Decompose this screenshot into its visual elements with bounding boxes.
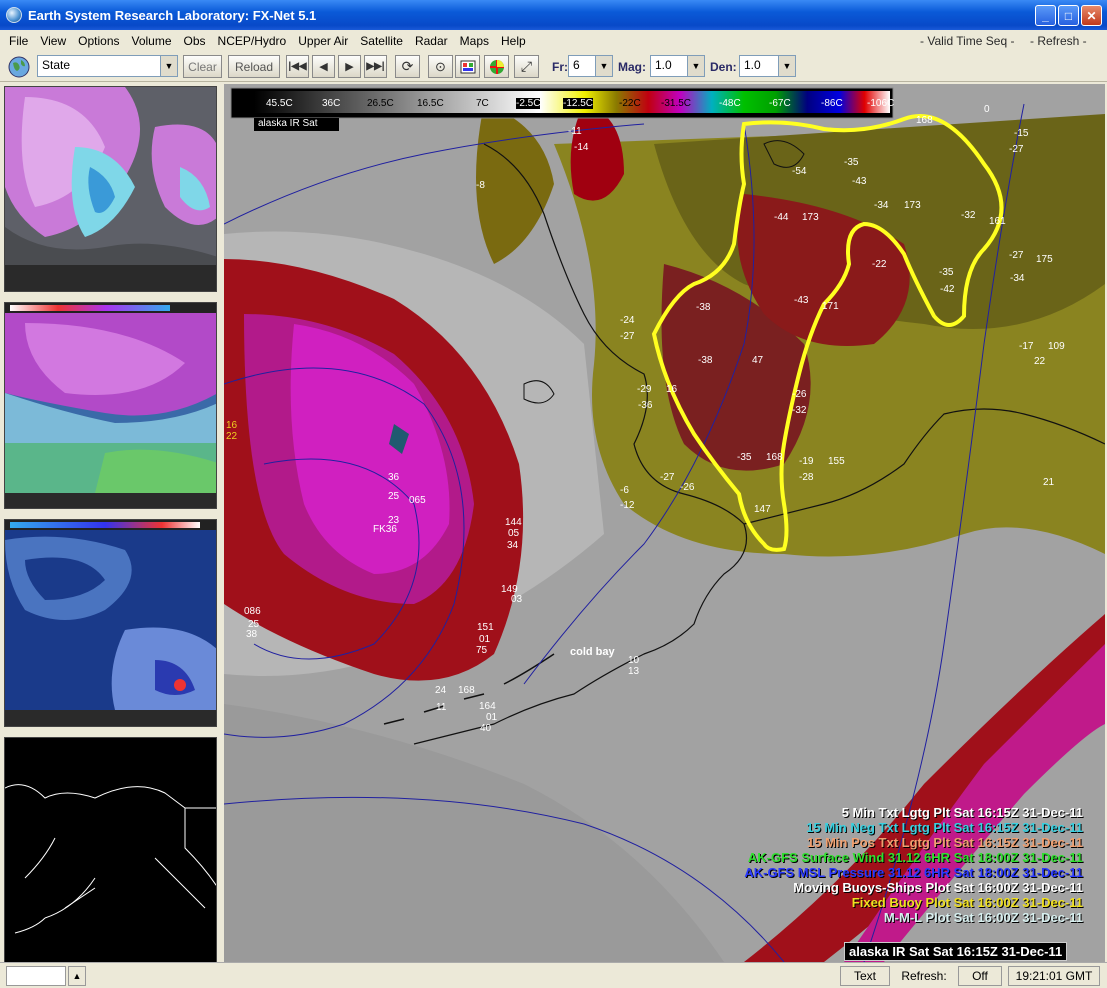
chevron-down-icon: ▼ xyxy=(782,61,792,71)
maximize-icon: □ xyxy=(1064,8,1073,23)
thumbnail-2[interactable] xyxy=(4,302,217,509)
app-globe-icon xyxy=(6,7,22,23)
chevron-up-icon: ▲ xyxy=(72,971,82,981)
first-frame-icon: |◀◀ xyxy=(288,61,307,72)
zoom-arrow-icon: ⤢ xyxy=(520,58,533,74)
minimize-icon: _ xyxy=(1042,8,1049,23)
last-frame-icon: ▶▶| xyxy=(366,61,385,72)
menu-maps[interactable]: Maps xyxy=(454,34,495,48)
maximize-button[interactable]: □ xyxy=(1058,5,1079,26)
frames-dropdown-arrow[interactable]: ▼ xyxy=(595,55,613,77)
clock-display: 19:21:01 GMT xyxy=(1008,966,1100,986)
window-title: Earth System Research Laboratory: FX-Net… xyxy=(28,7,317,23)
last-frame-button[interactable]: ▶▶| xyxy=(364,55,387,78)
menu-volume[interactable]: Volume xyxy=(126,34,178,48)
status-spinner-button[interactable]: ▲ xyxy=(68,966,86,986)
wind-thumbnail-image xyxy=(5,520,216,726)
mag-select[interactable]: 1.0 xyxy=(650,55,688,77)
sample-button[interactable] xyxy=(484,55,509,78)
thumbnail-3[interactable] xyxy=(4,519,217,727)
menu-ncep-hydro[interactable]: NCEP/Hydro xyxy=(212,34,293,48)
precip-thumbnail-image xyxy=(5,87,216,291)
text-button[interactable]: Text xyxy=(840,966,890,986)
zoom-button[interactable]: ⤢ xyxy=(514,55,539,78)
close-icon: ✕ xyxy=(1086,8,1097,23)
chevron-down-icon: ▼ xyxy=(691,61,701,71)
minimize-button[interactable]: _ xyxy=(1035,5,1056,26)
refresh-toggle[interactable]: Off xyxy=(958,966,1002,986)
next-frame-button[interactable]: ▶ xyxy=(338,55,361,78)
scale-select[interactable]: State xyxy=(37,55,161,77)
menu-help[interactable]: Help xyxy=(495,34,532,48)
color-table-icon xyxy=(460,60,475,73)
menu-radar[interactable]: Radar xyxy=(409,34,454,48)
reload-button[interactable]: Reload xyxy=(228,55,280,78)
status-bar: ▲ Text Refresh: Off 19:21:01 GMT xyxy=(0,962,1107,988)
valid-time-seq-menu[interactable]: - Valid Time Seq - xyxy=(920,34,1014,48)
refresh-menu[interactable]: - Refresh - xyxy=(1030,34,1087,48)
prev-frame-button[interactable]: ◀ xyxy=(312,55,335,78)
menu-options[interactable]: Options xyxy=(72,34,125,48)
menu-file[interactable]: File xyxy=(0,34,34,48)
scale-dropdown-arrow[interactable]: ▼ xyxy=(160,55,178,77)
refresh-label: Refresh: xyxy=(893,966,955,986)
globe-button[interactable] xyxy=(5,55,33,78)
crosshair-icon xyxy=(489,59,504,74)
loop-button[interactable]: ⟳ xyxy=(395,55,420,78)
color-table-button[interactable] xyxy=(455,55,480,78)
auto-update-button[interactable]: ⊙ xyxy=(428,55,453,78)
menu-view[interactable]: View xyxy=(34,34,72,48)
mag-dropdown-arrow[interactable]: ▼ xyxy=(687,55,705,77)
thumbnail-4[interactable] xyxy=(4,737,217,963)
menu-bar: File View Options Volume Obs NCEP/Hydro … xyxy=(0,30,1107,52)
temperature-thumbnail-image xyxy=(5,303,216,508)
thumbnail-panel xyxy=(0,83,222,963)
den-dropdown-arrow[interactable]: ▼ xyxy=(778,55,796,77)
chevron-down-icon: ▼ xyxy=(599,61,609,71)
menu-obs[interactable]: Obs xyxy=(178,34,212,48)
title-bar: Earth System Research Laboratory: FX-Net… xyxy=(0,0,1107,30)
status-input[interactable] xyxy=(6,966,66,986)
den-label: Den: xyxy=(710,60,737,74)
menu-upper-air[interactable]: Upper Air xyxy=(292,34,354,48)
first-frame-button[interactable]: |◀◀ xyxy=(286,55,309,78)
clear-button[interactable]: Clear xyxy=(183,55,222,78)
thumbnail-1[interactable] xyxy=(4,86,217,292)
den-select[interactable]: 1.0 xyxy=(739,55,779,77)
loop-icon: ⟳ xyxy=(401,58,414,74)
camera-icon: ⊙ xyxy=(435,58,446,74)
frames-select[interactable]: 6 xyxy=(568,55,596,77)
toolbar: State ▼ Clear Reload |◀◀ ◀ ▶ ▶▶| ⟳ ⊙ ⤢ F… xyxy=(0,52,1107,82)
frames-label: Fr: xyxy=(552,60,568,74)
prev-frame-icon: ◀ xyxy=(319,61,328,73)
next-frame-icon: ▶ xyxy=(345,61,354,73)
globe-icon xyxy=(8,56,30,77)
alaska-outline-thumbnail-image xyxy=(5,738,216,962)
satellite-map-image xyxy=(224,84,1105,962)
chevron-down-icon: ▼ xyxy=(164,61,174,71)
mag-label: Mag: xyxy=(618,60,646,74)
main-map-display[interactable]: 45.5C 36C 26.5C 16.5C 7C -2.5C -12.5C -2… xyxy=(224,84,1105,962)
menu-satellite[interactable]: Satellite xyxy=(354,34,409,48)
close-button[interactable]: ✕ xyxy=(1081,5,1102,26)
